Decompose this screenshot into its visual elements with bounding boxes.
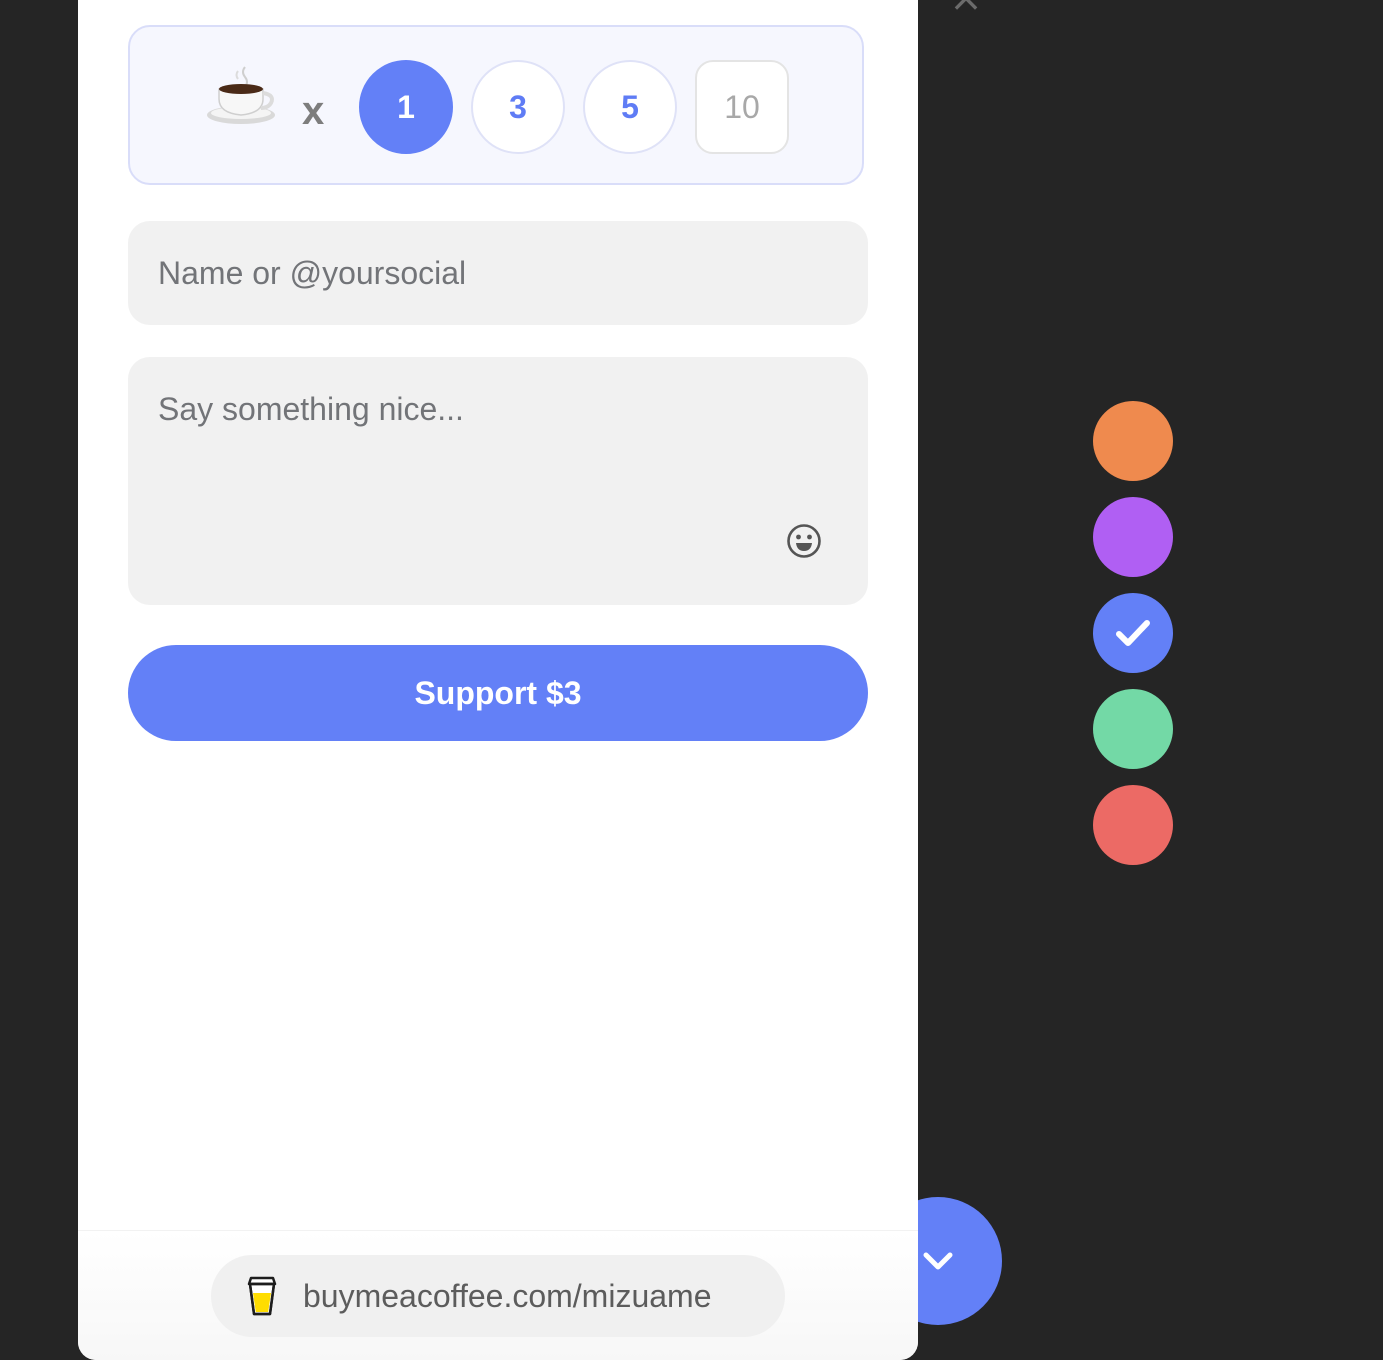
widget-toggle-wrapper xyxy=(918,1190,1018,1340)
coffee-cup-icon xyxy=(207,66,275,124)
profile-link-text: buymeacoffee.com/mizuame xyxy=(303,1277,712,1314)
chevron-down-icon xyxy=(923,1252,953,1270)
quantity-option-3[interactable]: 3 xyxy=(471,60,565,154)
times-symbol: x xyxy=(302,89,325,133)
footer: buymeacoffee.com/mizuame xyxy=(78,1230,918,1360)
checkmark-icon xyxy=(1116,620,1150,646)
widget-toggle-button[interactable] xyxy=(918,1197,1002,1325)
message-input[interactable] xyxy=(128,357,868,605)
name-input[interactable] xyxy=(128,221,868,325)
smiley-icon[interactable] xyxy=(786,523,822,559)
color-swatch-green[interactable] xyxy=(1093,689,1173,769)
close-icon[interactable]: × xyxy=(946,0,986,18)
color-swatch-orange[interactable] xyxy=(1093,401,1173,481)
color-swatch-red[interactable] xyxy=(1093,785,1173,865)
quantity-option-5[interactable]: 5 xyxy=(583,60,677,154)
support-button[interactable]: Support $3 xyxy=(128,645,868,741)
custom-quantity-input[interactable]: 10 xyxy=(695,60,789,154)
color-swatch-blue[interactable] xyxy=(1093,593,1173,673)
profile-link[interactable]: buymeacoffee.com/mizuame xyxy=(211,1255,785,1337)
quantity-option-1[interactable]: 1 xyxy=(359,60,453,154)
support-panel: x 1 3 5 10 Support $3 buymeacoffee.com/m… xyxy=(78,0,918,1360)
quantity-selector: x 1 3 5 10 xyxy=(128,25,864,185)
color-swatch-purple[interactable] xyxy=(1093,497,1173,577)
message-field xyxy=(128,357,868,605)
bmc-cup-icon xyxy=(247,1276,277,1316)
